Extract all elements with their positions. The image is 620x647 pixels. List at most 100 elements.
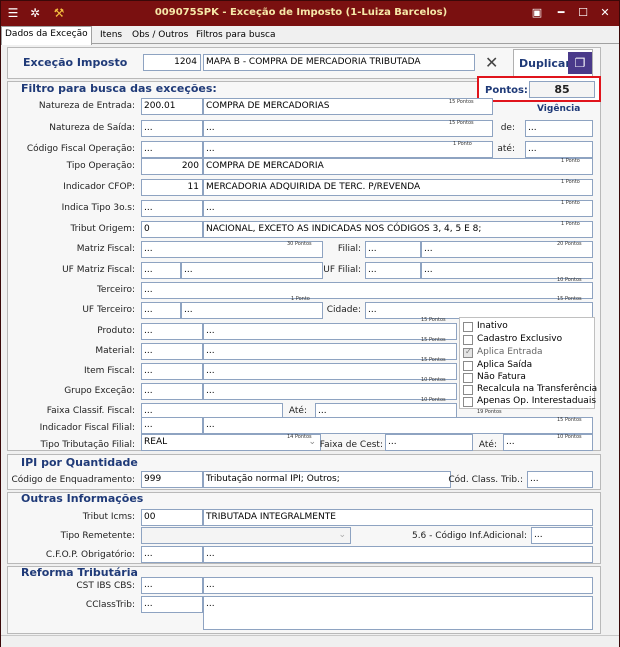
tab-dados-excecao[interactable]: Dados da Exceção: [1, 26, 92, 45]
aplica-saida-label: Aplica Saída: [477, 360, 533, 370]
de-label: de:: [500, 123, 515, 133]
cfop-obrigatorio-code[interactable]: ...: [141, 546, 203, 563]
uf-matriz-desc[interactable]: ...: [181, 262, 323, 279]
faixa-cest-de[interactable]: ...: [385, 434, 473, 451]
cadastro-exclusivo-checkbox[interactable]: [463, 335, 473, 345]
uf-terceiro-desc[interactable]: ...: [181, 302, 323, 319]
indica-tipo-code[interactable]: ...: [141, 200, 203, 217]
excecao-description-field[interactable]: MAPA B - COMPRA DE MERCADORIA TRIBUTADA: [203, 54, 475, 71]
cclasstrib-code[interactable]: ...: [141, 596, 203, 613]
cst-ibs-code[interactable]: ...: [141, 577, 203, 594]
indicador-fiscal-filial-code[interactable]: ...: [141, 417, 203, 434]
material-desc[interactable]: ...: [203, 343, 457, 360]
status-bar: [1, 635, 619, 647]
faixa-classif-ate-label: Até:: [288, 406, 307, 416]
faixa-classif-label: Faixa Classif. Fiscal:: [46, 406, 135, 416]
uf-terceiro-label: UF Terceiro:: [82, 305, 135, 315]
cclass-trib-field[interactable]: ...: [527, 471, 593, 488]
filial-pts: 20 Pontos: [557, 241, 582, 247]
indica-tipo-pts: 1 Ponto: [561, 200, 580, 206]
cfop-obrigatorio-label: C.F.O.P. Obrigatório:: [45, 550, 135, 560]
cfop-obrigatorio-desc[interactable]: ...: [203, 546, 593, 563]
natureza-entrada-code[interactable]: 200.01: [141, 98, 203, 115]
aplica-entrada-label: Aplica Entrada: [477, 347, 543, 357]
cclass-trib-label: Cód. Class. Trib.:: [448, 475, 523, 485]
user-avatar-icon[interactable]: ▣: [527, 5, 547, 21]
cfop-pts: 1 Ponto: [453, 141, 472, 147]
indicador-fiscal-filial-pts: 15 Pontos: [557, 417, 582, 423]
item-fiscal-code[interactable]: ...: [141, 363, 203, 380]
indicador-cfop-desc[interactable]: MERCADORIA ADQUIRIDA DE TERC. P/REVENDA: [203, 179, 593, 196]
cod-inf-adicional-field[interactable]: ...: [531, 527, 593, 544]
vigencia-ate-field[interactable]: ...: [525, 141, 593, 158]
duplicate-label: Duplicar: [519, 57, 571, 70]
tab-obs-outros[interactable]: Obs / Outros: [129, 28, 191, 44]
enquadramento-label: Código de Enquadramento:: [11, 475, 135, 485]
nao-fatura-checkbox[interactable]: [463, 373, 473, 383]
cclasstrib-label: CClassTrib:: [85, 600, 135, 610]
uf-matriz-label: UF Matriz Fiscal:: [62, 265, 135, 275]
inativo-checkbox[interactable]: [463, 322, 473, 332]
cfop-code[interactable]: ...: [141, 141, 203, 158]
close-button[interactable]: ✕: [595, 5, 615, 21]
aplica-entrada-checkbox[interactable]: [463, 347, 473, 358]
material-code[interactable]: ...: [141, 343, 203, 360]
uf-matriz-code[interactable]: ...: [141, 262, 181, 279]
window-menu-icon[interactable]: ☰: [5, 5, 21, 21]
excecao-code-field[interactable]: 1204: [143, 54, 201, 71]
natureza-entrada-pts: 15 Pontos: [449, 99, 474, 105]
indicador-cfop-code[interactable]: 11: [141, 179, 203, 196]
faixa-cest-label: Faixa de Cest:: [319, 440, 383, 450]
indica-tipo-desc[interactable]: ...: [203, 200, 593, 217]
tipo-remetente-select[interactable]: ⌄: [141, 527, 351, 544]
clear-icon[interactable]: ✕: [485, 53, 498, 72]
uf-terceiro-code[interactable]: ...: [141, 302, 181, 319]
material-pts: 15 Pontos: [421, 337, 446, 343]
recalcula-transferencia-checkbox[interactable]: [463, 385, 473, 395]
cfop-desc[interactable]: ...: [203, 141, 493, 158]
cst-ibs-desc[interactable]: ...: [203, 577, 593, 594]
tribut-icms-desc[interactable]: TRIBUTADA INTEGRALMENTE: [203, 509, 593, 526]
indicador-fiscal-filial-desc[interactable]: ...: [203, 417, 593, 434]
aplica-saida-checkbox[interactable]: [463, 361, 473, 371]
enquadramento-code[interactable]: 999: [141, 471, 203, 488]
cclasstrib-desc[interactable]: ...: [203, 596, 593, 630]
ate-label: até:: [497, 144, 515, 154]
tribut-origem-pts: 1 Ponto: [561, 221, 580, 227]
produto-desc[interactable]: ...: [203, 323, 457, 340]
tab-itens[interactable]: Itens: [97, 28, 125, 44]
points-box: Pontos: 85: [477, 76, 601, 102]
options-pts: 19 Pontos: [477, 409, 502, 415]
item-fiscal-desc[interactable]: ...: [203, 363, 457, 380]
produto-code[interactable]: ...: [141, 323, 203, 340]
natureza-saida-code[interactable]: ...: [141, 120, 203, 137]
natureza-saida-pts: 15 Pontos: [449, 120, 474, 126]
tipo-operacao-code[interactable]: 200: [141, 158, 203, 175]
item-fiscal-pts: 15 Pontos: [421, 357, 446, 363]
produto-pts: 15 Pontos: [421, 317, 446, 323]
tribut-origem-desc[interactable]: NACIONAL, EXCETO AS INDICADAS NOS CÓDIGO…: [203, 221, 593, 238]
tribut-icms-code[interactable]: 00: [141, 509, 203, 526]
vigencia-label: Vigência: [537, 104, 581, 114]
uf-filial-code[interactable]: ...: [365, 262, 421, 279]
tab-filtros-busca[interactable]: Filtros para busca: [193, 28, 278, 44]
main-window: ☰ ✲ ⚒ 009075SPK - Exceção de Imposto (1-…: [0, 0, 620, 647]
minimize-button[interactable]: ━: [551, 5, 571, 21]
grupo-excecao-code[interactable]: ...: [141, 383, 203, 400]
enquadramento-desc[interactable]: Tributação normal IPI; Outros;: [203, 471, 451, 488]
material-label: Material:: [95, 346, 135, 356]
maximize-button[interactable]: ☐: [573, 5, 593, 21]
matriz-fiscal-label: Matriz Fiscal:: [76, 244, 135, 254]
tribut-origem-code[interactable]: 0: [141, 221, 203, 238]
item-fiscal-label: Item Fiscal:: [83, 366, 135, 376]
apenas-interestaduais-checkbox[interactable]: [463, 397, 473, 407]
duplicate-button[interactable]: Duplicar ❐: [513, 49, 593, 77]
gear-icon[interactable]: ✲: [27, 5, 43, 21]
grupo-excecao-desc[interactable]: ...: [203, 383, 457, 400]
vigencia-de-field[interactable]: ...: [525, 120, 593, 137]
wrench-icon[interactable]: ⚒: [51, 5, 67, 21]
tipo-operacao-desc[interactable]: COMPRA DE MERCADORIA: [203, 158, 593, 175]
filter-title: Filtro para busca das exceções:: [21, 82, 217, 95]
terceiro-field[interactable]: ...: [141, 282, 593, 299]
filial-code[interactable]: ...: [365, 241, 421, 258]
